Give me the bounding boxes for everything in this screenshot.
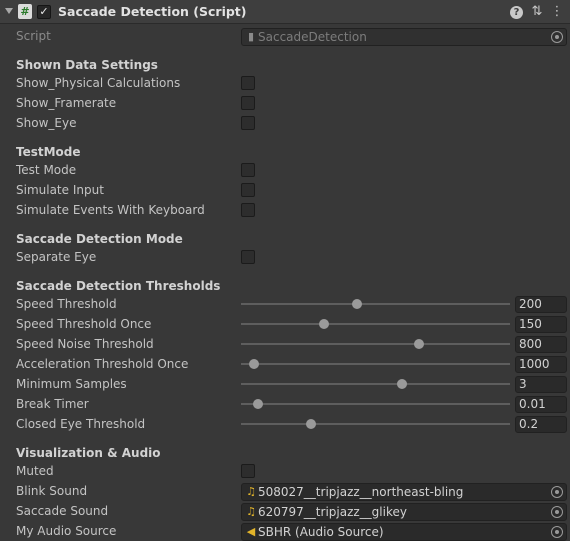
slider-thumb[interactable] bbox=[249, 359, 259, 369]
component-title: Saccade Detection (Script) bbox=[58, 4, 247, 19]
section-visualization-audio: Visualization & Audio bbox=[16, 446, 161, 460]
saccade-sound-value: 620797__tripjazz__glikey bbox=[258, 505, 407, 519]
slider-value-field[interactable]: 0.2 bbox=[515, 416, 567, 433]
show-physical-label: Show_Physical Calculations bbox=[16, 76, 181, 90]
test-mode-checkbox[interactable] bbox=[241, 163, 255, 177]
muted-checkbox[interactable] bbox=[241, 464, 255, 478]
separate-eye-checkbox[interactable] bbox=[241, 250, 255, 264]
script-icon: # bbox=[18, 4, 32, 19]
slider-thumb[interactable] bbox=[253, 399, 263, 409]
simulate-input-checkbox[interactable] bbox=[241, 183, 255, 197]
help-icon[interactable]: ? bbox=[510, 6, 523, 19]
section-test-mode: TestMode bbox=[16, 145, 81, 159]
slider-thumb[interactable] bbox=[414, 339, 424, 349]
slider-thumb[interactable] bbox=[397, 379, 407, 389]
slider-label: Speed Threshold bbox=[16, 297, 117, 311]
slider-value-field[interactable]: 800 bbox=[515, 336, 567, 353]
component-enabled-checkbox[interactable]: ✓ bbox=[37, 5, 51, 19]
slider-value-field[interactable]: 150 bbox=[515, 316, 567, 333]
slider-label: Break Timer bbox=[16, 397, 89, 411]
simulate-events-label: Simulate Events With Keyboard bbox=[16, 203, 205, 217]
slider-track[interactable] bbox=[241, 399, 510, 409]
slider-value-field[interactable]: 200 bbox=[515, 296, 567, 313]
object-picker-icon[interactable] bbox=[551, 526, 563, 538]
slider-track[interactable] bbox=[241, 339, 510, 349]
section-thresholds: Saccade Detection Thresholds bbox=[16, 279, 221, 293]
audio-source-field[interactable]: ◀ SBHR (Audio Source) bbox=[241, 523, 567, 541]
slider-thumb[interactable] bbox=[352, 299, 362, 309]
show-eye-label: Show_Eye bbox=[16, 116, 77, 130]
section-shown-data: Shown Data Settings bbox=[16, 58, 158, 72]
simulate-input-label: Simulate Input bbox=[16, 183, 104, 197]
script-label: Script bbox=[16, 29, 51, 43]
slider-thumb[interactable] bbox=[319, 319, 329, 329]
test-mode-label: Test Mode bbox=[16, 163, 77, 177]
slider-track[interactable] bbox=[241, 419, 510, 429]
slider-thumb[interactable] bbox=[306, 419, 316, 429]
script-field[interactable]: ▮ SaccadeDetection bbox=[241, 28, 567, 46]
blink-sound-value: 508027__tripjazz__northeast-bling bbox=[258, 485, 464, 499]
audio-source-icon: ◀ bbox=[246, 525, 256, 538]
saccade-sound-field[interactable]: ♫ 620797__tripjazz__glikey bbox=[241, 503, 567, 521]
audio-clip-icon: ♫ bbox=[246, 485, 256, 498]
separate-eye-label: Separate Eye bbox=[16, 250, 97, 264]
slider-track[interactable] bbox=[241, 299, 510, 309]
audio-clip-icon: ♫ bbox=[246, 505, 256, 518]
slider-label: Speed Threshold Once bbox=[16, 317, 152, 331]
script-asset-icon: ▮ bbox=[247, 30, 255, 43]
slider-label: Minimum Samples bbox=[16, 377, 127, 391]
slider-value-field[interactable]: 3 bbox=[515, 376, 567, 393]
muted-label: Muted bbox=[16, 464, 54, 478]
component-header: # ✓ Saccade Detection (Script) ? ⇅ ⋮ bbox=[0, 0, 570, 24]
section-detection-mode: Saccade Detection Mode bbox=[16, 232, 183, 246]
object-picker-icon[interactable] bbox=[551, 31, 563, 43]
slider-label: Speed Noise Threshold bbox=[16, 337, 154, 351]
show-physical-checkbox[interactable] bbox=[241, 76, 255, 90]
slider-label: Closed Eye Threshold bbox=[16, 417, 146, 431]
show-framerate-checkbox[interactable] bbox=[241, 96, 255, 110]
foldout-arrow-icon[interactable] bbox=[5, 8, 13, 14]
slider-track[interactable] bbox=[241, 379, 510, 389]
saccade-sound-label: Saccade Sound bbox=[16, 504, 109, 518]
object-picker-icon[interactable] bbox=[551, 486, 563, 498]
object-picker-icon[interactable] bbox=[551, 506, 563, 518]
blink-sound-field[interactable]: ♫ 508027__tripjazz__northeast-bling bbox=[241, 483, 567, 501]
show-eye-checkbox[interactable] bbox=[241, 116, 255, 130]
presets-icon[interactable]: ⇅ bbox=[529, 4, 545, 20]
slider-value-field[interactable]: 1000 bbox=[515, 356, 567, 373]
simulate-events-checkbox[interactable] bbox=[241, 203, 255, 217]
blink-sound-label: Blink Sound bbox=[16, 484, 88, 498]
audio-source-label: My Audio Source bbox=[16, 524, 117, 538]
script-field-value: SaccadeDetection bbox=[258, 30, 367, 44]
slider-track[interactable] bbox=[241, 359, 510, 369]
show-framerate-label: Show_Framerate bbox=[16, 96, 117, 110]
slider-track[interactable] bbox=[241, 319, 510, 329]
audio-source-value: SBHR (Audio Source) bbox=[258, 525, 384, 539]
context-menu-icon[interactable]: ⋮ bbox=[549, 4, 565, 20]
slider-value-field[interactable]: 0.01 bbox=[515, 396, 567, 413]
slider-label: Acceleration Threshold Once bbox=[16, 357, 189, 371]
